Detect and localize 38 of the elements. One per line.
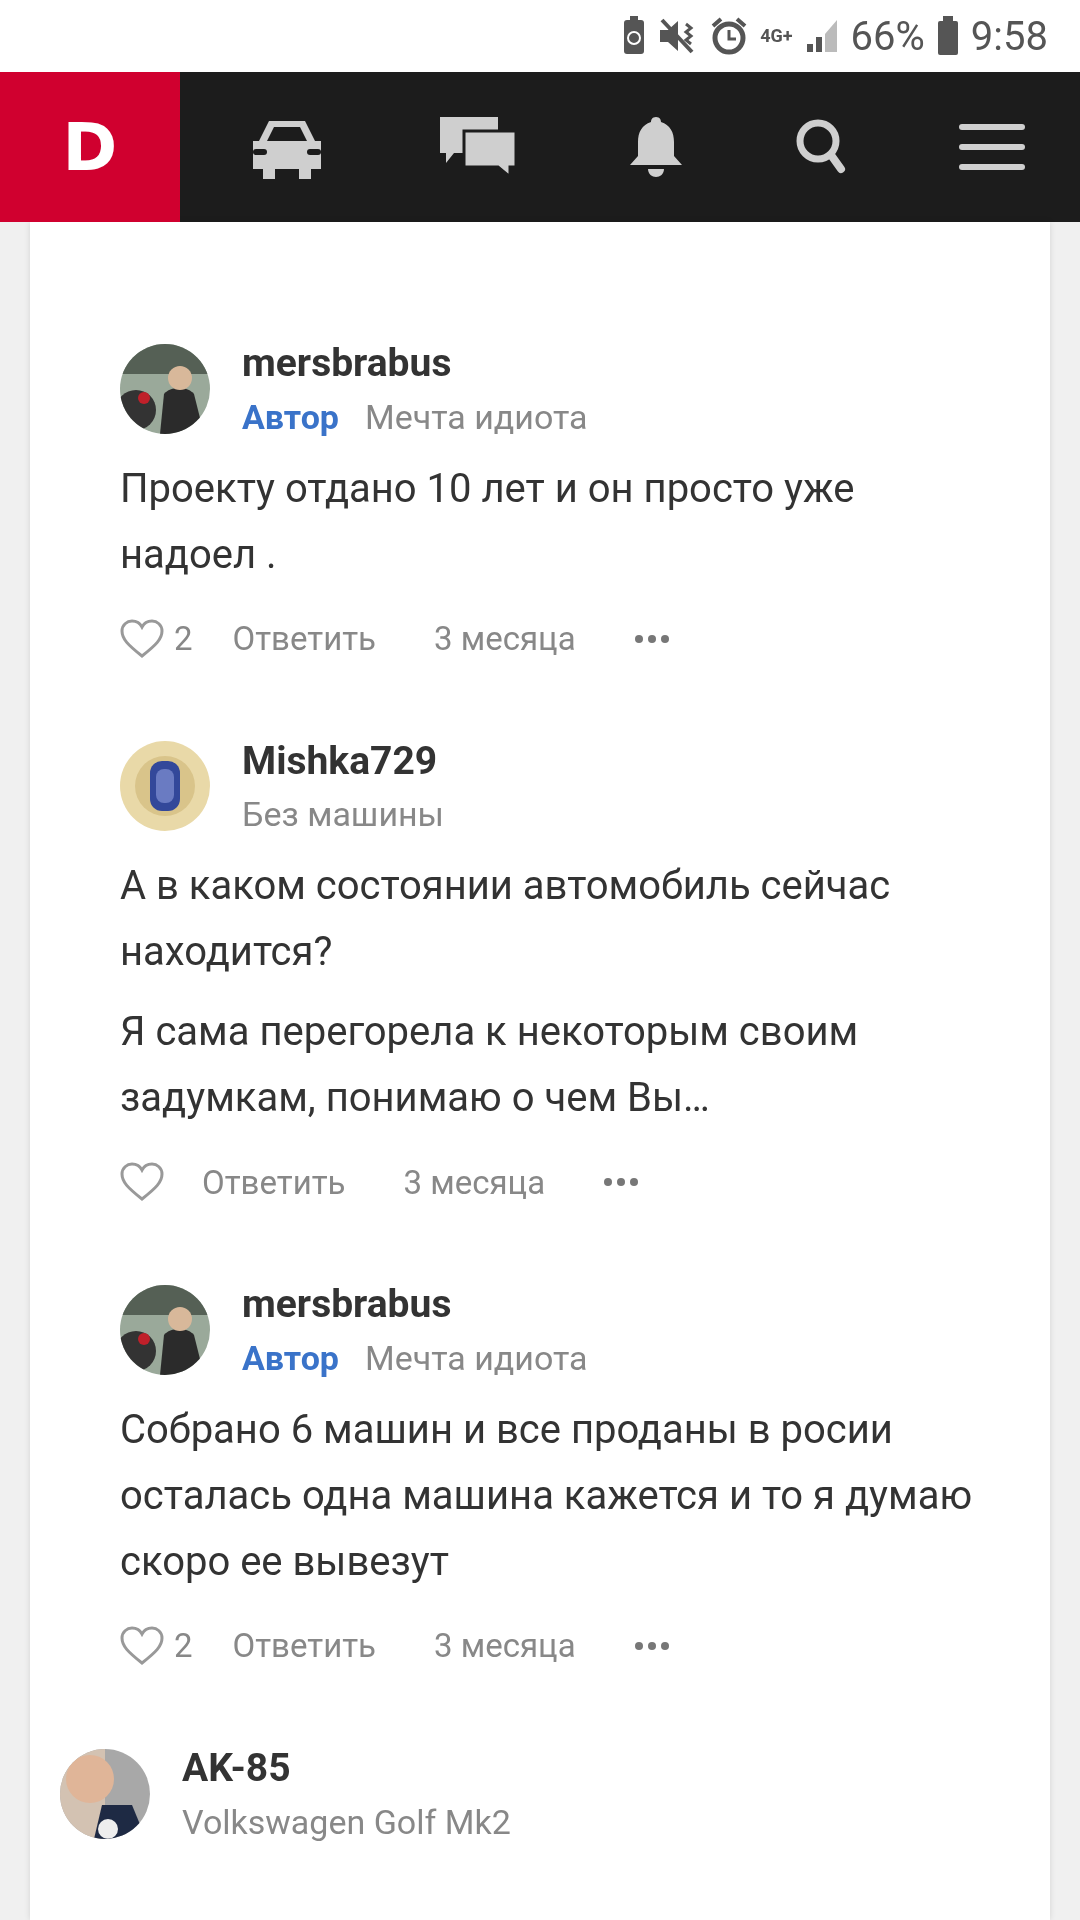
like-count: 2 [174,1626,193,1666]
more-icon[interactable] [633,1640,670,1651]
network-type: 4G+ [760,27,793,45]
username[interactable]: Mishka729 [242,737,444,785]
car-name[interactable]: Volkswagen Golf Mk2 [182,1801,511,1843]
heart-icon[interactable] [120,1625,164,1666]
more-icon[interactable] [633,633,670,644]
timestamp: 3 месяца [434,619,576,659]
heart-icon[interactable] [120,618,164,659]
reply-link[interactable]: Ответить [202,1162,346,1202]
comment-text: Проекту отдано 10 лет и он просто уже надоел . [120,463,856,580]
car-name[interactable]: Без машины [242,794,444,836]
car-name[interactable]: Мечта идиота [364,1338,588,1379]
timestamp: 3 месяца [434,1626,576,1666]
logo[interactable]: D [0,72,180,222]
author-label: Автор [242,396,339,438]
battery-saver-icon [622,16,647,56]
clock: 9:58 [970,12,1048,60]
battery-percent: 66% [850,12,925,60]
username[interactable]: AK-85 [182,1744,511,1792]
author-label: Автор [242,1338,339,1379]
notification-bell-icon[interactable] [628,115,684,179]
username[interactable]: mersbrabus [242,340,588,387]
car-name[interactable]: Мечта идиота [364,396,588,438]
timestamp: 3 месяца [403,1162,546,1202]
reply-link[interactable]: Ответить [232,619,377,659]
alarm-icon [710,17,749,55]
like-count: 2 [174,619,193,659]
comment-text: Собрано 6 машин и все проданы в росии осталась одна машина кажется и то я думаю скоро ее вывезут [120,1404,974,1587]
username[interactable]: mersbrabus [242,1281,588,1328]
more-icon[interactable] [603,1177,640,1188]
signal-icon [804,18,839,54]
battery-icon [936,16,959,56]
heart-icon[interactable] [120,1162,164,1203]
menu-icon[interactable] [959,122,1026,172]
comment-text: Я сама перегорела к некоторым своим задумкам, понимаю о чем Вы… [120,1007,860,1124]
comment-text: А в каком состоянии автомобиль сейчас находится? [120,861,892,978]
reply-link[interactable]: Ответить [232,1626,377,1666]
